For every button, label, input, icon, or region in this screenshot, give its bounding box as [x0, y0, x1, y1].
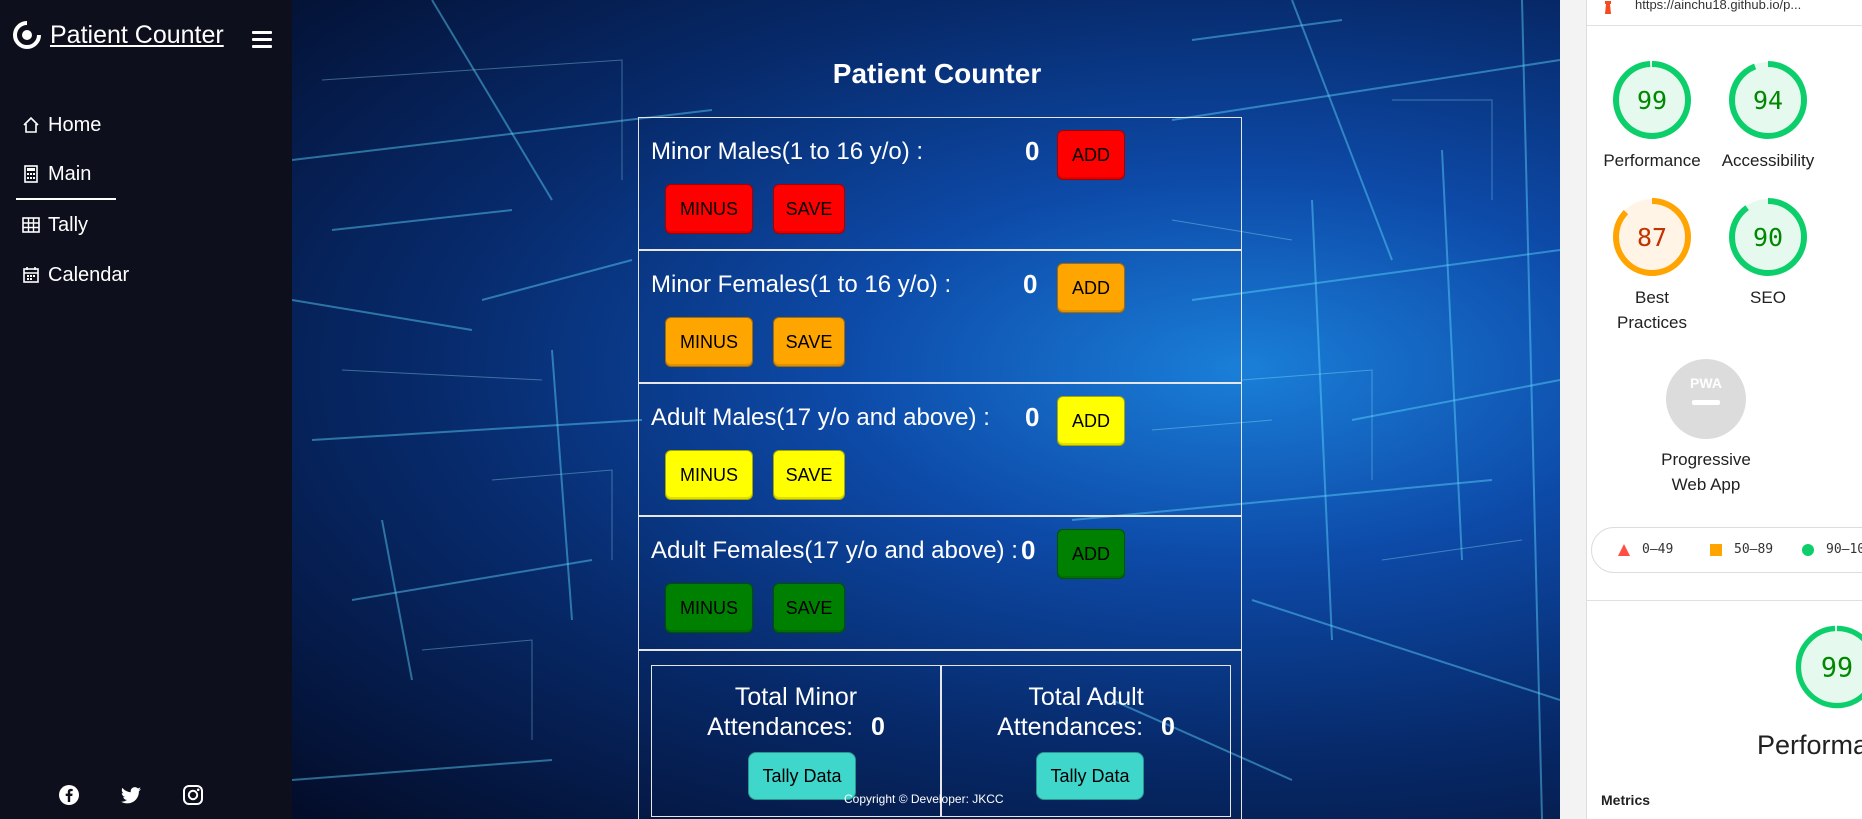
sidebar-nav: Home Main Tally Calendar — [16, 100, 276, 300]
add-button[interactable]: ADD — [1057, 263, 1125, 313]
counter-adult-females: Adult Females(17 y/o and above) : 0 ADD … — [638, 516, 1242, 650]
home-icon — [23, 116, 39, 133]
minus-button[interactable]: MINUS — [665, 317, 753, 367]
score-legend: 0–49 50–89 90–100 — [1591, 527, 1862, 573]
counter-minor-males: Minor Males(1 to 16 y/o) : 0 ADD MINUS S… — [638, 117, 1242, 250]
sidebar-item-label: Calendar — [48, 263, 130, 286]
report-url-bar: https://ainchu18.github.io/p... — [1587, 0, 1862, 26]
calendar-icon — [23, 267, 39, 283]
metrics-heading: Metrics — [1601, 792, 1651, 808]
gauge-label: Accessibility — [1721, 151, 1815, 170]
gauge-value: 90 — [1753, 223, 1783, 252]
twitter-icon[interactable] — [120, 784, 142, 806]
sidebar-item-home[interactable]: Home — [16, 100, 276, 150]
minus-button[interactable]: MINUS — [665, 583, 753, 633]
counter-value: 0 — [1023, 269, 1038, 299]
legend-item-pass: 90–100 — [1802, 542, 1862, 557]
lighthouse-report: https://ainchu18.github.io/p... 99 Perfo… — [1586, 0, 1862, 819]
legend-item-average: 50–89 — [1710, 542, 1773, 557]
table-icon — [22, 217, 40, 233]
gauge-label: SEO — [1750, 288, 1786, 307]
menu-toggle-icon[interactable] — [252, 31, 272, 49]
sidebar-item-main[interactable]: Main — [16, 150, 116, 200]
minus-button[interactable]: MINUS — [665, 450, 753, 500]
add-button[interactable]: ADD — [1057, 396, 1125, 446]
total-adult-value: 0 — [1161, 713, 1175, 741]
pwa-badge-text: PWA — [1690, 375, 1722, 391]
gauge-performance-large: 99 — [1787, 622, 1862, 712]
gauge-accessibility[interactable]: 94 Accessibility — [1715, 58, 1821, 173]
minus-button[interactable]: MINUS — [665, 184, 753, 234]
gauge-label: Progressive Web App — [1661, 450, 1751, 494]
copyright-text: Copyright © Developer: JKCC — [844, 792, 1004, 806]
score-gauge-accessibility: 94 — [1729, 61, 1807, 139]
facebook-icon[interactable] — [58, 784, 80, 806]
instagram-icon[interactable] — [182, 784, 204, 806]
score-gauge-best-practices: 87 — [1613, 198, 1691, 276]
page-title: Patient Counter — [832, 58, 1042, 89]
score-gauge-performance-large: 99 — [1795, 625, 1862, 709]
gauge-pwa[interactable]: PWA Progressive Web App — [1647, 357, 1765, 497]
gauge-value: 99 — [1637, 86, 1667, 115]
counter-label: Minor Females(1 to 16 y/o) : — [651, 271, 952, 298]
save-button[interactable]: SAVE — [773, 450, 845, 500]
total-minor-label: Total Minor Attendances: 0 — [707, 683, 885, 741]
gauge-value: 99 — [1821, 653, 1853, 684]
brand-title[interactable]: Patient Counter — [50, 21, 224, 50]
counter-label: Minor Males(1 to 16 y/o) : — [651, 138, 924, 165]
save-button[interactable]: SAVE — [773, 583, 845, 633]
tally-data-button[interactable]: Tally Data — [748, 752, 856, 800]
tally-data-button[interactable]: Tally Data — [1036, 752, 1144, 800]
performance-heading: Performance — [1757, 730, 1862, 760]
lighthouse-panel: https://ainchu18.github.io/p... 99 Perfo… — [1560, 0, 1862, 819]
gauge-value: 94 — [1753, 86, 1783, 115]
counter-label: Adult Females(17 y/o and above) : — [651, 537, 1018, 564]
social-links — [58, 784, 204, 806]
score-gauge-seo: 90 — [1729, 198, 1807, 276]
circle-icon — [1802, 543, 1814, 556]
add-button[interactable]: ADD — [1057, 130, 1125, 180]
square-icon — [1710, 543, 1722, 556]
counter-value: 0 — [1025, 136, 1040, 166]
save-button[interactable]: SAVE — [773, 184, 845, 234]
sidebar-item-label: Main — [48, 162, 92, 185]
gauge-seo[interactable]: 90 SEO — [1715, 195, 1821, 310]
sidebar-item-label: Tally — [48, 213, 89, 236]
counter-value: 0 — [1021, 535, 1036, 565]
counter-adult-males: Adult Males(17 y/o and above) : 0 ADD MI… — [638, 383, 1242, 516]
sidebar: Patient Counter Home Main Tally Calendar — [0, 0, 292, 819]
gauge-value: 87 — [1637, 223, 1667, 252]
legend-item-fail: 0–49 — [1618, 542, 1673, 557]
calculator-icon — [24, 165, 38, 183]
add-button[interactable]: ADD — [1057, 529, 1125, 579]
counter-minor-females: Minor Females(1 to 16 y/o) : 0 ADD MINUS… — [638, 250, 1242, 383]
main-content: Patient Counter Minor Males(1 to 16 y/o)… — [292, 0, 1560, 819]
pwa-badge-icon: PWA — [1666, 359, 1746, 439]
triangle-icon — [1618, 543, 1630, 556]
counter-value: 0 — [1025, 402, 1040, 432]
save-button[interactable]: SAVE — [773, 317, 845, 367]
logo-icon — [13, 20, 42, 49]
gauge-label: Best Practices — [1617, 288, 1687, 332]
sidebar-item-label: Home — [48, 113, 102, 136]
score-gauge-performance: 99 — [1613, 61, 1691, 139]
report-url[interactable]: https://ainchu18.github.io/p... — [1635, 0, 1801, 12]
gauge-performance[interactable]: 99 Performance — [1599, 58, 1705, 173]
lighthouse-icon — [1605, 1, 1611, 14]
total-minor-value: 0 — [871, 713, 885, 741]
sidebar-item-tally[interactable]: Tally — [16, 200, 276, 250]
gauge-best-practices[interactable]: 87 Best Practices — [1599, 195, 1705, 335]
divider — [1587, 600, 1862, 601]
brand[interactable]: Patient Counter — [12, 20, 224, 50]
counter-label: Adult Males(17 y/o and above) : — [651, 404, 990, 431]
total-adult-label: Total Adult Attendances: 0 — [997, 683, 1175, 741]
gauge-label: Performance — [1603, 151, 1701, 170]
sidebar-item-calendar[interactable]: Calendar — [16, 250, 276, 300]
